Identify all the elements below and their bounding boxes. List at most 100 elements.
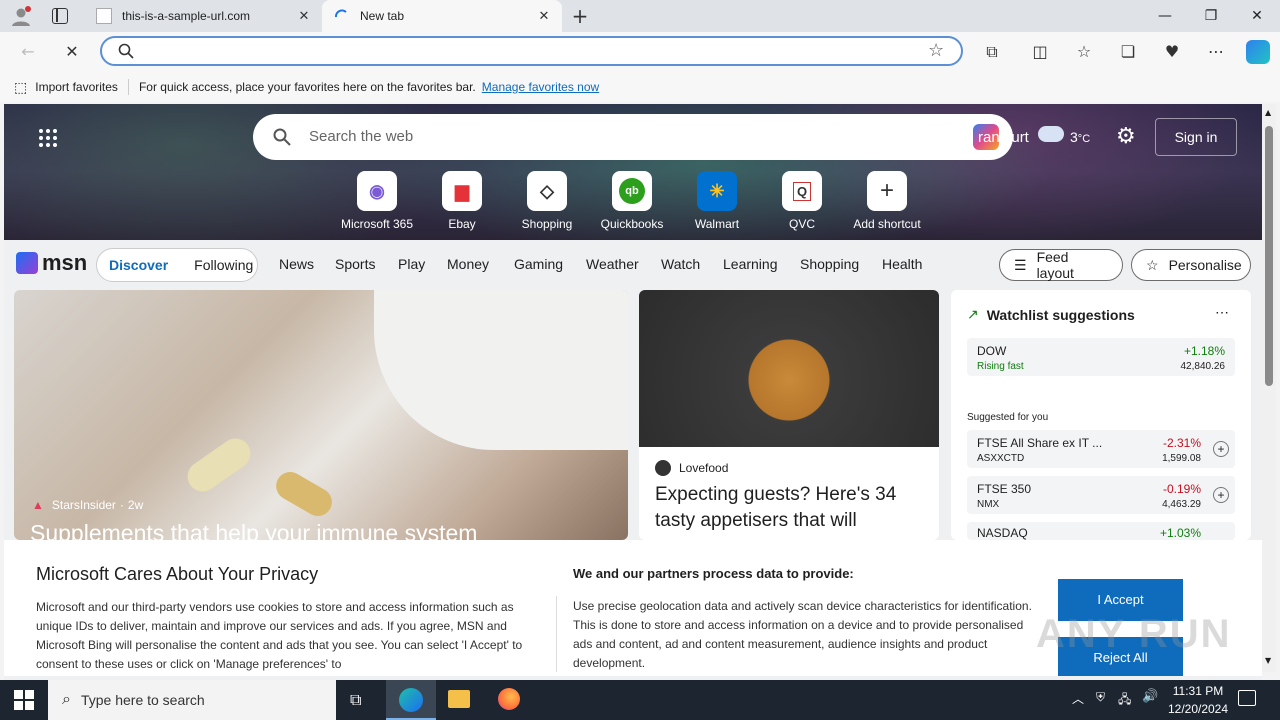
task-view-icon[interactable]: ⧉ xyxy=(350,690,361,710)
close-tab-icon[interactable]: ✕ xyxy=(296,8,312,24)
favorite-star-icon[interactable]: ☆ xyxy=(928,40,944,61)
search-icon xyxy=(118,43,134,59)
msn-logo[interactable]: msn xyxy=(16,250,87,276)
nav-watch[interactable]: Watch xyxy=(661,256,700,272)
nav-money[interactable]: Money xyxy=(447,256,489,272)
vertical-scrollbar[interactable]: ▲ ▼ xyxy=(1262,104,1276,672)
shortcut-ebay[interactable]: ▆ Ebay xyxy=(419,171,505,231)
nav-weather[interactable]: Weather xyxy=(586,256,639,272)
notifications-icon[interactable] xyxy=(1238,690,1256,706)
windows-start-icon[interactable] xyxy=(14,690,34,710)
taskbar-search[interactable]: ⌕ Type here to search xyxy=(48,680,336,720)
firefox-icon[interactable] xyxy=(498,688,520,710)
loading-icon xyxy=(334,8,350,24)
network-icon[interactable]: 🖧 xyxy=(1118,690,1131,711)
import-favorites-icon[interactable]: ⬚ xyxy=(14,79,27,96)
manage-favorites-link[interactable]: Manage favorites now xyxy=(482,80,599,94)
add-to-watchlist-icon[interactable]: + xyxy=(1213,441,1229,457)
suggested-label: Suggested for you xyxy=(967,412,1049,423)
minimize-icon[interactable]: — xyxy=(1142,0,1188,32)
import-favorites-button[interactable]: Import favorites xyxy=(35,80,118,94)
copilot-icon[interactable] xyxy=(1246,40,1270,64)
split-screen-icon[interactable]: ◫ xyxy=(1028,40,1052,64)
profile-icon[interactable] xyxy=(10,6,32,26)
close-tab-icon[interactable]: ✕ xyxy=(536,8,552,24)
tab-new-tab[interactable]: New tab ✕ xyxy=(322,0,562,32)
trend-up-icon: ↗ xyxy=(967,306,979,322)
back-icon[interactable]: ← xyxy=(16,40,40,64)
tray-security-icon[interactable]: ⛨ xyxy=(1096,690,1105,705)
personalise-button[interactable]: ☆ Personalise xyxy=(1131,249,1251,281)
web-search-box[interactable]: Search the web xyxy=(253,114,1013,160)
watchlist-card: ↗ Watchlist suggestions ⋯ DOW Rising fas… xyxy=(951,290,1251,540)
nav-play[interactable]: Play xyxy=(398,256,425,272)
capsule-image xyxy=(271,466,337,522)
article-source: Lovefood xyxy=(655,460,728,476)
add-to-watchlist-icon[interactable]: + xyxy=(1213,487,1229,503)
nav-news[interactable]: News xyxy=(279,256,314,272)
article-card-appetisers[interactable]: Lovefood Expecting guests? Here's 34 tas… xyxy=(639,290,939,540)
clock-time[interactable]: 11:31 PM xyxy=(1170,684,1226,698)
stop-loading-icon[interactable]: ✕ xyxy=(60,40,84,64)
stock-row-ftse-all-share[interactable]: FTSE All Share ex IT ... ASXXCTD -2.31% … xyxy=(967,430,1235,468)
scroll-down-icon[interactable]: ▼ xyxy=(1265,656,1271,665)
page-icon xyxy=(96,8,112,24)
tab-sample-url[interactable]: this-is-a-sample-url.com ✕ xyxy=(84,0,322,32)
shortcut-walmart[interactable]: ✳ Walmart xyxy=(674,171,760,231)
extensions-icon[interactable]: ⧉ xyxy=(980,40,1004,64)
tab-actions-icon[interactable] xyxy=(52,8,68,24)
scroll-thumb[interactable] xyxy=(1265,126,1273,386)
stock-row-ftse-350[interactable]: FTSE 350 NMX -0.19% 4,463.29 + xyxy=(967,476,1235,514)
scroll-up-icon[interactable]: ▲ xyxy=(1265,108,1271,117)
restore-icon[interactable]: ❐ xyxy=(1188,0,1234,32)
more-options-icon[interactable]: ⋯ xyxy=(1204,40,1228,64)
search-icon xyxy=(273,128,291,150)
browser-essentials-icon[interactable]: ♥ xyxy=(1160,40,1184,64)
feed-toggle: Discover Following xyxy=(96,248,258,282)
feature-card-supplements[interactable]: ▲ StarsInsider · 2w Supplements that hel… xyxy=(14,290,628,540)
nav-sports[interactable]: Sports xyxy=(335,256,375,272)
volume-icon[interactable]: 🔊 xyxy=(1142,689,1158,704)
search-placeholder: Search the web xyxy=(309,128,414,145)
settings-gear-icon[interactable]: ⚙ xyxy=(1116,126,1136,148)
plus-icon: + xyxy=(867,171,907,211)
starsinsider-icon: ▲ xyxy=(32,498,44,512)
tab-discover[interactable]: Discover xyxy=(109,257,168,273)
clock-date[interactable]: 12/20/2024 xyxy=(1164,702,1232,716)
nav-learning[interactable]: Learning xyxy=(723,256,778,272)
address-bar[interactable]: ☆ xyxy=(100,36,963,66)
article-headline[interactable]: Supplements that help your immune system xyxy=(30,520,477,540)
lovefood-icon xyxy=(655,460,671,476)
feed-layout-button[interactable]: ☰ Feed layout xyxy=(999,249,1123,281)
tab-title: New tab xyxy=(360,9,405,23)
stock-row-nasdaq[interactable]: NASDAQ +1.03% xyxy=(967,522,1235,540)
shortcut-qvc[interactable]: Q QVC xyxy=(759,171,845,231)
weather-city[interactable]: rankfurt xyxy=(978,129,1029,146)
nav-health[interactable]: Health xyxy=(882,256,922,272)
stock-row-dow[interactable]: DOW Rising fast +1.18% 42,840.26 xyxy=(967,338,1235,376)
shortcut-shopping[interactable]: ◇ Shopping xyxy=(504,171,590,231)
sign-in-button[interactable]: Sign in xyxy=(1155,118,1237,156)
walmart-spark-icon: ✳ xyxy=(697,171,737,211)
favorites-icon[interactable]: ☆ xyxy=(1072,40,1096,64)
file-explorer-icon[interactable] xyxy=(448,690,470,708)
add-shortcut-button[interactable]: + Add shortcut xyxy=(844,171,930,231)
new-tab-icon[interactable]: + xyxy=(570,4,590,28)
tab-following[interactable]: Following xyxy=(194,257,253,273)
close-window-icon[interactable]: ✕ xyxy=(1234,0,1280,32)
app-launcher-icon[interactable] xyxy=(38,128,58,148)
tray-chevron-icon[interactable]: ︿ xyxy=(1072,690,1084,707)
msn-nav-bar: msn Discover Following News Sports Play … xyxy=(4,240,1262,290)
edge-taskbar-icon[interactable] xyxy=(386,680,436,720)
weather-temperature[interactable]: 3°C xyxy=(1070,129,1090,145)
sliders-icon: ☰ xyxy=(1014,256,1027,273)
qvc-icon: Q xyxy=(782,171,822,211)
nav-gaming[interactable]: Gaming xyxy=(514,256,563,272)
article-headline[interactable]: Expecting guests? Here's 34 tasty appeti… xyxy=(655,482,925,534)
collections-icon[interactable]: ❏ xyxy=(1116,40,1140,64)
privacy-divider xyxy=(556,596,557,672)
shortcut-microsoft-365[interactable]: ◉ Microsoft 365 xyxy=(334,171,420,231)
more-options-icon[interactable]: ⋯ xyxy=(1215,304,1229,321)
nav-shopping[interactable]: Shopping xyxy=(800,256,859,272)
shortcut-quickbooks[interactable]: qb Quickbooks xyxy=(589,171,675,231)
